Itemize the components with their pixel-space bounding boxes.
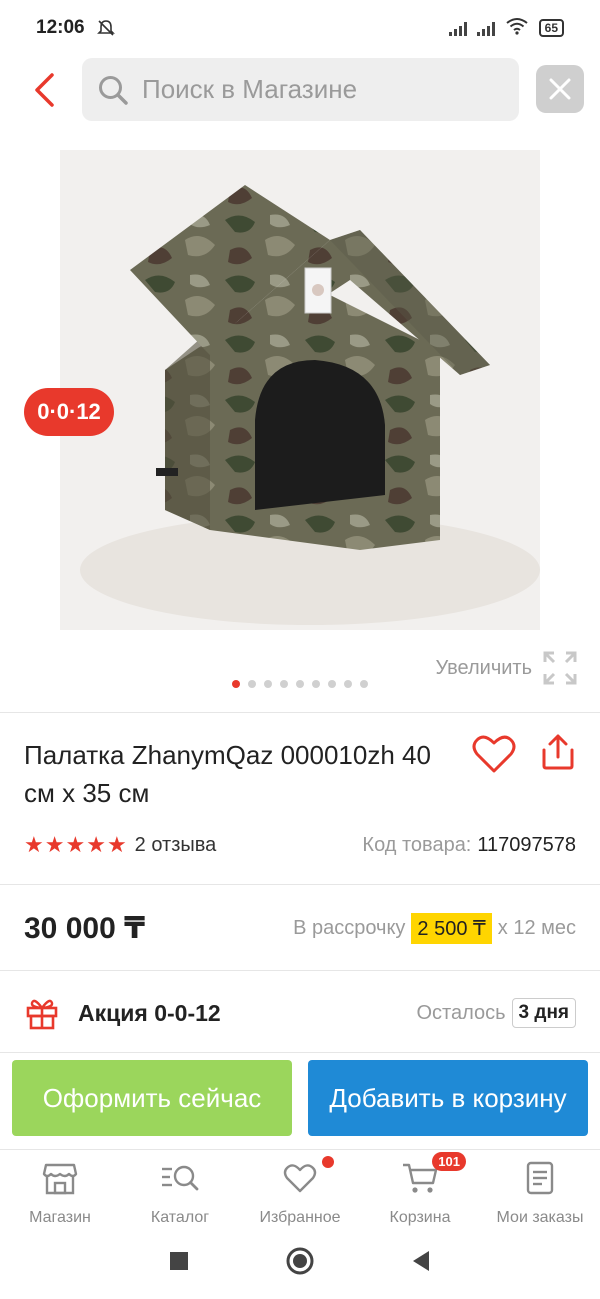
product-code: Код товара: 117097578 (362, 834, 576, 857)
wifi-icon (505, 17, 529, 40)
nav-item-favorites[interactable]: Избранное (240, 1150, 360, 1227)
system-nav-bar (0, 1227, 600, 1299)
star-icon: ★ (106, 832, 127, 857)
nav-label-store: Магазин (29, 1209, 91, 1226)
signal-icon-2 (476, 20, 495, 36)
gift-icon (26, 999, 58, 1030)
pagination-dot[interactable] (232, 680, 240, 688)
installment-amount: 2 500 ₸ (411, 912, 492, 944)
zoom-button[interactable]: Увеличить (436, 650, 578, 686)
product-code-value: 117097578 (477, 833, 576, 856)
pagination-dot[interactable] (296, 680, 304, 688)
circle-icon (286, 1247, 314, 1274)
chevron-left-icon (35, 73, 54, 107)
pagination-dot[interactable] (312, 680, 320, 688)
product-code-label: Код товара: (362, 833, 472, 856)
pagination-dot[interactable] (360, 680, 368, 688)
orders-icon (520, 1160, 560, 1195)
nav-item-store[interactable]: Магазин (0, 1150, 120, 1227)
heart-outline-icon (472, 735, 516, 773)
close-button[interactable] (536, 65, 584, 113)
product-gallery[interactable]: 0·0·12 Увеличить (0, 124, 600, 714)
recents-button[interactable] (169, 1251, 189, 1276)
nav-item-cart[interactable]: 101 Корзина (360, 1150, 480, 1227)
cart-count-badge: 101 (432, 1152, 466, 1171)
add-to-cart-button[interactable]: Добавить в корзину (308, 1060, 588, 1136)
star-icon: ★ (24, 832, 44, 857)
promo-row[interactable]: Акция 0-0-12 Осталось 3 дня (24, 992, 576, 1034)
nav-label-cart: Корзина (389, 1209, 451, 1226)
star-icon: ★ (44, 832, 65, 857)
price-row: 30 000 ₸ В рассрочку 2 500 ₸ х 12 мес (24, 906, 576, 950)
favorite-button[interactable] (472, 734, 516, 774)
installment-info[interactable]: В рассрочку 2 500 ₸ х 12 мес (293, 912, 576, 944)
search-box[interactable] (82, 58, 519, 121)
product-title: Палатка ZhanymQaz 000010zh 40 см х 35 см (24, 740, 431, 808)
reviews-link[interactable]: 2 отзыва (135, 834, 217, 857)
expand-icon (543, 651, 577, 685)
home-button[interactable] (285, 1246, 315, 1281)
installment-label: В рассрочку (293, 916, 406, 939)
nav-item-catalog[interactable]: Каталог (120, 1150, 240, 1227)
divider (0, 1052, 600, 1053)
gallery-pagination[interactable] (232, 680, 368, 688)
status-bar: 12:06 65 (0, 0, 600, 56)
promo-remaining-label: Осталось (416, 1001, 506, 1024)
nav-label-catalog: Каталог (150, 1209, 210, 1226)
pagination-dot[interactable] (328, 680, 336, 688)
rating-stars: ★ ★ ★ ★ ★ (24, 832, 127, 858)
system-back-button[interactable] (411, 1250, 431, 1277)
share-button[interactable] (538, 732, 578, 772)
installment-term: х 12 мес (497, 916, 576, 939)
promo-badge: 0·0·12 (24, 388, 114, 436)
rating-row: ★ ★ ★ ★ ★ 2 отзыва Код товара: 117097578 (24, 830, 576, 860)
divider (0, 884, 600, 885)
battery-icon: 65 (538, 19, 564, 37)
divider (0, 712, 600, 713)
nav-label-favorites: Избранное (259, 1209, 341, 1226)
divider (0, 970, 600, 971)
nav-item-orders[interactable]: Мои заказы (480, 1150, 600, 1227)
search-header (0, 56, 600, 124)
buy-now-button[interactable]: Оформить сейчас (12, 1060, 292, 1136)
close-icon (549, 78, 571, 100)
pagination-dot[interactable] (280, 680, 288, 688)
product-price: 30 000 ₸ (24, 911, 145, 945)
cart-icon: 101 (400, 1152, 466, 1195)
pagination-dot[interactable] (264, 680, 272, 688)
search-icon (99, 75, 128, 105)
share-icon (542, 734, 574, 770)
signal-icon (448, 20, 467, 36)
status-time: 12:06 (36, 17, 85, 38)
search-input[interactable] (142, 74, 482, 105)
triangle-back-icon (413, 1250, 429, 1271)
notification-dot (322, 1156, 334, 1168)
nav-label-orders: Мои заказы (496, 1209, 584, 1226)
pagination-dot[interactable] (248, 680, 256, 688)
bottom-nav: Магазин Каталог Избранное 101 Корзина Мо… (0, 1149, 600, 1227)
promo-label: Акция 0-0-12 (78, 999, 221, 1026)
promo-days: 3 дня (511, 998, 576, 1028)
zoom-label: Увеличить (435, 656, 532, 679)
heart-icon (280, 1156, 334, 1195)
star-icon: ★ (86, 832, 106, 857)
store-icon (40, 1160, 80, 1195)
pagination-dot[interactable] (344, 680, 352, 688)
star-icon: ★ (65, 832, 86, 857)
catalog-icon (160, 1160, 200, 1195)
muted-bell-icon (96, 19, 115, 37)
product-image[interactable] (60, 150, 540, 630)
square-icon (170, 1251, 188, 1270)
back-button[interactable] (24, 70, 64, 110)
